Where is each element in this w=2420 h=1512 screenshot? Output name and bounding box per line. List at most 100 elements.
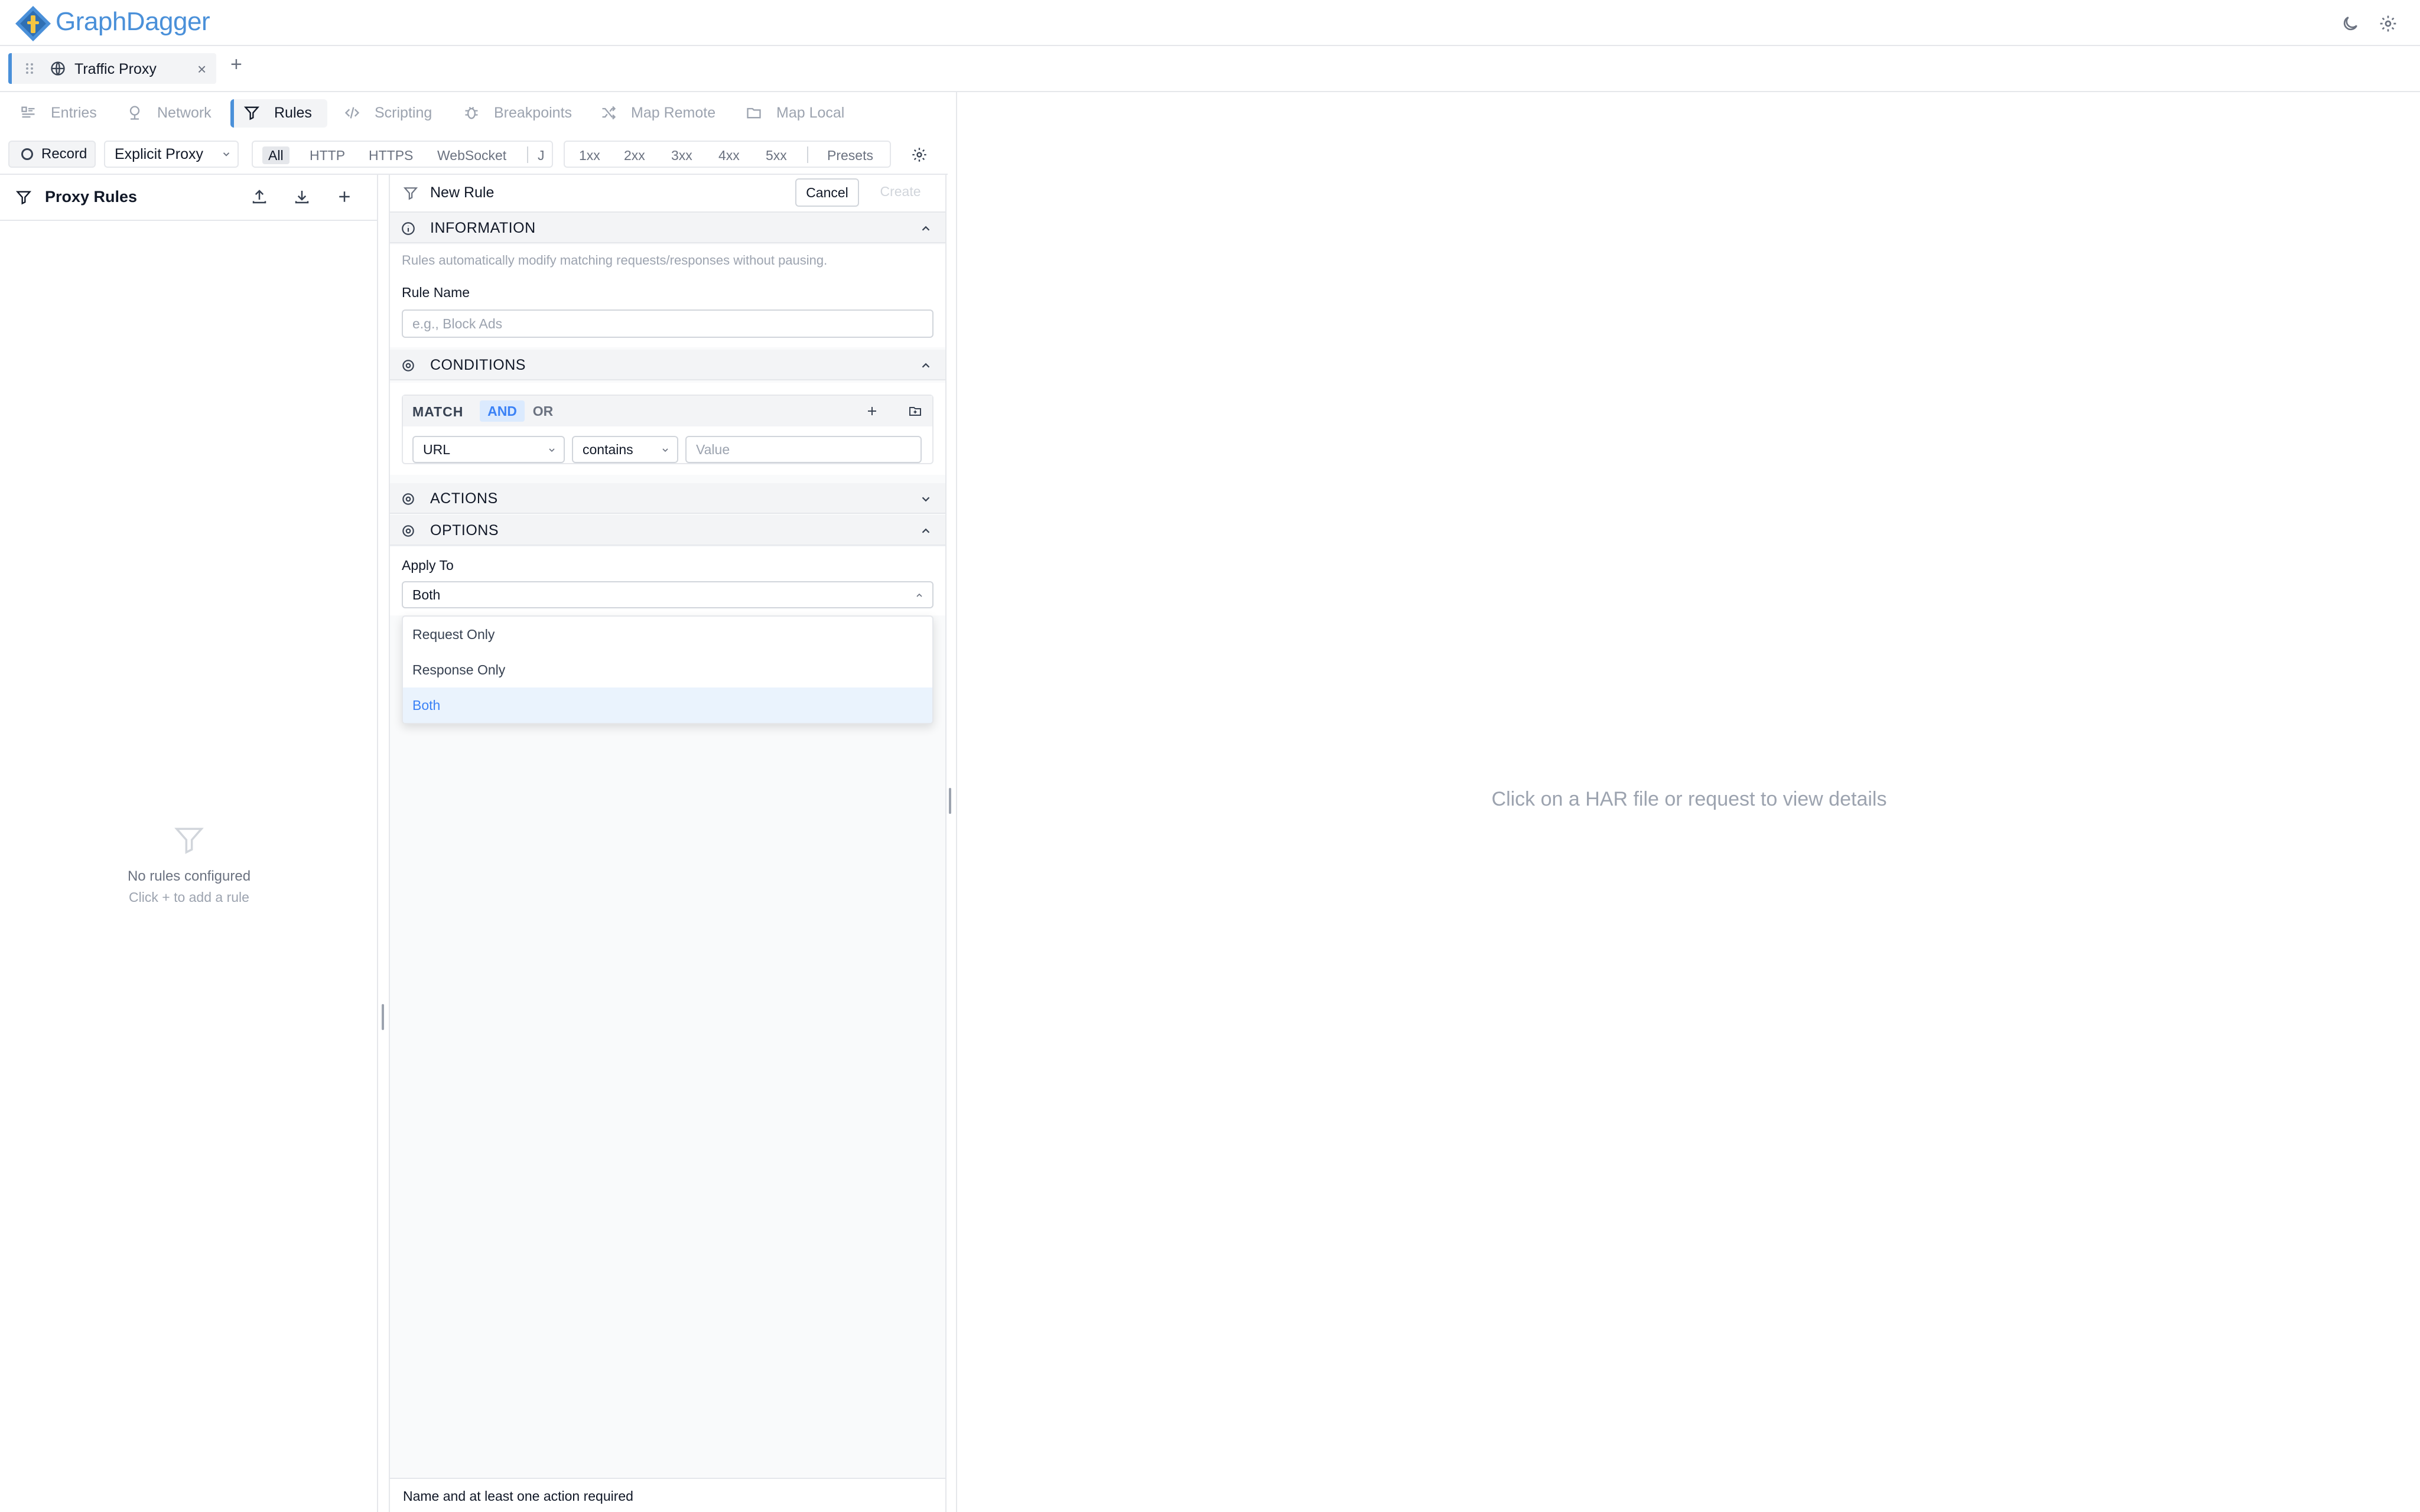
rule-name-input[interactable]	[402, 309, 933, 338]
match-label: MATCH	[412, 404, 464, 419]
chevron-down-icon	[662, 448, 668, 452]
add-group-icon[interactable]	[908, 404, 923, 418]
record-button[interactable]: Record	[8, 141, 96, 168]
bug-icon	[465, 106, 478, 119]
presets-button[interactable]: Presets	[821, 146, 879, 164]
condition-operator-select[interactable]: contains	[572, 436, 678, 463]
status-5xx[interactable]: 5xx	[760, 146, 793, 164]
protocol-json[interactable]: J	[535, 146, 547, 164]
tab-strip: Traffic Proxy × +	[0, 46, 2420, 92]
validation-message: Name and at least one action required	[403, 1488, 633, 1504]
status-code-filter: 1xx 2xx 3xx 4xx 5xx Presets	[564, 141, 891, 168]
add-condition-icon[interactable]	[865, 404, 879, 418]
information-body: Rules automatically modify matching requ…	[390, 245, 945, 347]
details-pane: Click on a HAR file or request to view d…	[956, 92, 2420, 1512]
feature-tabs: Entries Network Rules Scripting Breakpoi…	[0, 92, 948, 133]
drag-handle-icon[interactable]	[25, 61, 34, 76]
resize-handle[interactable]	[949, 788, 951, 814]
apply-to-dropdown: Request Only Response Only Both	[402, 615, 933, 724]
status-1xx[interactable]: 1xx	[573, 146, 606, 164]
chevron-down-icon	[922, 497, 930, 502]
protocol-all[interactable]: All	[262, 146, 290, 164]
protocol-filter: All HTTP HTTPS WebSocket J	[252, 141, 553, 168]
or-toggle[interactable]: OR	[527, 400, 559, 422]
proxy-mode-value: Explicit Proxy	[115, 146, 204, 162]
new-tab-button[interactable]: +	[230, 54, 242, 74]
download-icon[interactable]	[293, 188, 311, 206]
resize-handle[interactable]	[382, 1004, 384, 1030]
code-icon	[344, 107, 360, 119]
rule-editor: New Rule Cancel Create INFORMATION Rules…	[389, 175, 946, 1512]
apply-to-value: Both	[412, 587, 441, 602]
protocol-websocket[interactable]: WebSocket	[431, 146, 512, 164]
options-body: Apply To Both	[390, 547, 945, 615]
close-icon[interactable]: ×	[197, 60, 206, 79]
section-title: CONDITIONS	[430, 357, 526, 373]
tab-entries[interactable]: Entries	[20, 92, 97, 133]
gear-icon[interactable]	[911, 146, 928, 163]
status-4xx[interactable]: 4xx	[713, 146, 746, 164]
top-bar: GraphDagger	[0, 0, 2420, 46]
toolbar: Record Explicit Proxy All HTTP HTTPS Web…	[0, 133, 948, 175]
create-button[interactable]: Create	[867, 178, 933, 207]
editor-header: New Rule Cancel Create	[390, 175, 945, 213]
condition-field-select[interactable]: URL	[412, 436, 565, 463]
section-title: INFORMATION	[430, 220, 536, 236]
chevron-down-icon	[549, 448, 555, 452]
and-toggle[interactable]: AND	[480, 400, 525, 422]
operator-value: contains	[583, 442, 633, 457]
section-options[interactable]: OPTIONS	[390, 515, 945, 546]
tab-map-remote[interactable]: Map Remote	[600, 92, 715, 133]
apply-to-label: Apply To	[402, 558, 454, 573]
globe-icon	[51, 61, 65, 76]
tab-map-local[interactable]: Map Local	[746, 92, 844, 133]
details-empty-message: Click on a HAR file or request to view d…	[1491, 788, 1887, 810]
folder-icon	[747, 107, 761, 119]
condition-value-input[interactable]	[685, 436, 922, 463]
cancel-button[interactable]: Cancel	[795, 178, 859, 207]
editor-title: New Rule	[430, 184, 495, 201]
option-both[interactable]: Both	[403, 687, 932, 723]
upload-icon[interactable]	[251, 188, 268, 206]
tab-rules[interactable]: Rules	[243, 92, 312, 133]
tab-traffic-proxy[interactable]: Traffic Proxy ×	[8, 53, 216, 84]
option-response-only[interactable]: Response Only	[403, 652, 932, 687]
divider	[807, 146, 808, 163]
gear-icon[interactable]	[2379, 14, 2398, 33]
entries-icon	[21, 106, 35, 118]
proxy-mode-select[interactable]: Explicit Proxy	[104, 141, 239, 168]
tab-network[interactable]: Network	[126, 92, 212, 133]
info-icon	[402, 222, 415, 235]
status-3xx[interactable]: 3xx	[665, 146, 698, 164]
gear-icon	[402, 493, 414, 505]
tab-label: Entries	[51, 104, 97, 121]
status-2xx[interactable]: 2xx	[618, 146, 651, 164]
tab-breakpoints[interactable]: Breakpoints	[463, 92, 572, 133]
option-request-only[interactable]: Request Only	[403, 617, 932, 652]
shuffle-icon	[602, 106, 616, 120]
section-actions[interactable]: ACTIONS	[390, 483, 945, 514]
add-rule-icon[interactable]	[336, 188, 353, 206]
chevron-up-icon	[922, 226, 930, 231]
information-description: Rules automatically modify matching requ…	[402, 253, 828, 268]
protocol-https[interactable]: HTTPS	[363, 146, 419, 164]
moon-icon[interactable]	[2341, 14, 2360, 33]
section-title: OPTIONS	[430, 522, 499, 539]
section-conditions[interactable]: CONDITIONS	[390, 350, 945, 380]
condition-group-bar: MATCH AND OR	[403, 396, 932, 426]
record-label: Record	[41, 146, 87, 162]
rule-name-label: Rule Name	[402, 285, 470, 300]
tab-label: Scripting	[375, 104, 432, 121]
tab-label: Breakpoints	[494, 104, 573, 121]
divider	[527, 146, 528, 163]
tab-label: Map Remote	[631, 104, 716, 121]
tab-scripting[interactable]: Scripting	[344, 92, 432, 133]
network-icon	[129, 106, 140, 120]
record-icon	[21, 148, 33, 160]
section-information[interactable]: INFORMATION	[390, 213, 945, 243]
rules-sidebar: Proxy Rules No rules configured Click + …	[0, 175, 384, 1512]
section-title: ACTIONS	[430, 490, 498, 507]
protocol-http[interactable]: HTTP	[304, 146, 351, 164]
apply-to-select[interactable]: Both	[402, 581, 933, 608]
empty-state-subtitle: Click + to add a rule	[129, 889, 249, 905]
